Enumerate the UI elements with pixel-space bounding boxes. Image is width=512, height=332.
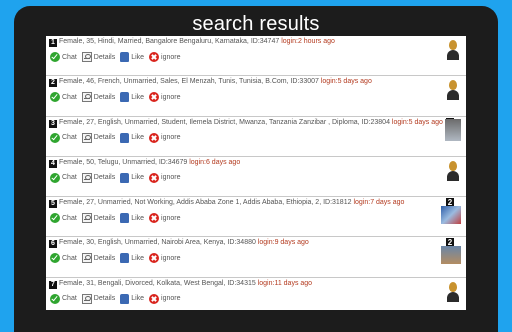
details-icon: [81, 213, 92, 224]
chat-button[interactable]: Chat: [50, 92, 77, 103]
check-icon: [50, 293, 60, 304]
details-button[interactable]: Details: [81, 92, 115, 103]
profile-photo[interactable]: [441, 246, 461, 265]
result-number: 5: [49, 200, 57, 209]
details-icon: [81, 132, 92, 143]
result-info: Female, 27, English, Unmarried, Student,…: [59, 118, 443, 126]
result-row[interactable]: 2 Female, 46, French, Unmarried, Sales, …: [46, 76, 466, 117]
woman-avatar-icon[interactable]: [445, 279, 461, 302]
thumbs-up-icon: [120, 293, 130, 304]
ignore-button[interactable]: ignore: [149, 92, 181, 103]
ignore-button[interactable]: ignore: [149, 253, 181, 264]
result-row[interactable]: 3 Female, 27, English, Unmarried, Studen…: [46, 117, 466, 157]
woman-avatar-icon[interactable]: [445, 158, 461, 181]
result-number: 2: [49, 79, 57, 88]
ignore-button[interactable]: ignore: [149, 52, 181, 62]
result-info: Female, 31, Bengali, Divorced, Kolkata, …: [59, 279, 313, 287]
details-icon: [81, 293, 92, 304]
details-button[interactable]: Details: [81, 52, 115, 62]
ignore-button[interactable]: ignore: [149, 172, 181, 183]
result-row[interactable]: 5 Female, 27, Unmarried, Not Working, Ad…: [46, 197, 466, 238]
details-icon: [81, 92, 92, 103]
check-icon: [50, 172, 60, 183]
details-icon: [81, 172, 92, 183]
result-number: 7: [49, 280, 57, 289]
details-button[interactable]: Details: [81, 132, 115, 143]
result-number: 3: [49, 119, 57, 128]
close-icon: [149, 172, 160, 183]
like-button[interactable]: Like: [120, 293, 144, 304]
ignore-button[interactable]: ignore: [149, 293, 181, 304]
result-info: Female, 35, Hindi, Married, Bangalore Be…: [59, 38, 335, 45]
result-number: 1: [49, 39, 57, 47]
thumbs-up-icon: [120, 172, 130, 183]
thumbs-up-icon: [120, 132, 130, 143]
thumbs-up-icon: [120, 253, 130, 264]
check-icon: [50, 132, 60, 143]
page-title: search results: [192, 13, 320, 35]
ignore-button[interactable]: ignore: [149, 213, 181, 224]
like-button[interactable]: Like: [120, 132, 144, 143]
thumbs-up-icon: [120, 213, 130, 224]
close-icon: [149, 213, 160, 224]
result-row[interactable]: 4 Female, 50, Telugu, Unmarried, ID:3467…: [46, 157, 466, 198]
like-button[interactable]: Like: [120, 253, 144, 264]
chat-button[interactable]: Chat: [50, 293, 77, 304]
like-button[interactable]: Like: [120, 172, 144, 183]
close-icon: [149, 52, 160, 62]
result-number: 6: [49, 240, 57, 249]
details-button[interactable]: Details: [81, 253, 115, 264]
close-icon: [149, 253, 160, 264]
details-icon: [81, 253, 92, 264]
details-icon: [81, 52, 92, 62]
thumbs-up-icon: [120, 92, 130, 103]
check-icon: [50, 253, 60, 264]
details-button[interactable]: Details: [81, 172, 115, 183]
result-info: Female, 30, English, Unmarried, Nairobi …: [59, 239, 309, 247]
result-info: Female, 46, French, Unmarried, Sales, El…: [59, 78, 372, 86]
profile-photo[interactable]: [445, 118, 461, 141]
close-icon: [149, 92, 160, 103]
close-icon: [149, 132, 160, 143]
thumbs-up-icon: [120, 52, 130, 62]
woman-avatar-icon[interactable]: [445, 78, 461, 101]
like-button[interactable]: Like: [120, 213, 144, 224]
ignore-button[interactable]: ignore: [149, 132, 181, 143]
profile-photo[interactable]: [441, 206, 461, 225]
results-list: 1 Female, 35, Hindi, Married, Bangalore …: [46, 36, 466, 310]
like-button[interactable]: Like: [120, 52, 144, 62]
chat-button[interactable]: Chat: [50, 52, 77, 62]
result-row[interactable]: 6 Female, 30, English, Unmarried, Nairob…: [46, 237, 466, 278]
result-info: Female, 27, Unmarried, Not Working, Addi…: [59, 199, 405, 207]
chat-button[interactable]: Chat: [50, 213, 77, 224]
woman-avatar-icon[interactable]: [445, 38, 461, 60]
result-row[interactable]: 1 Female, 35, Hindi, Married, Bangalore …: [46, 36, 466, 77]
like-button[interactable]: Like: [120, 92, 144, 103]
check-icon: [50, 52, 60, 62]
close-icon: [149, 293, 160, 304]
details-button[interactable]: Details: [81, 293, 115, 304]
details-button[interactable]: Details: [81, 213, 115, 224]
result-info: Female, 50, Telugu, Unmarried, ID:34679 …: [59, 158, 241, 166]
result-row[interactable]: 7 Female, 31, Bengali, Divorced, Kolkata…: [46, 278, 466, 310]
check-icon: [50, 92, 60, 103]
result-number: 4: [49, 159, 57, 168]
chat-button[interactable]: Chat: [50, 132, 77, 143]
check-icon: [50, 213, 60, 224]
chat-button[interactable]: Chat: [50, 253, 77, 264]
chat-button[interactable]: Chat: [50, 172, 77, 183]
